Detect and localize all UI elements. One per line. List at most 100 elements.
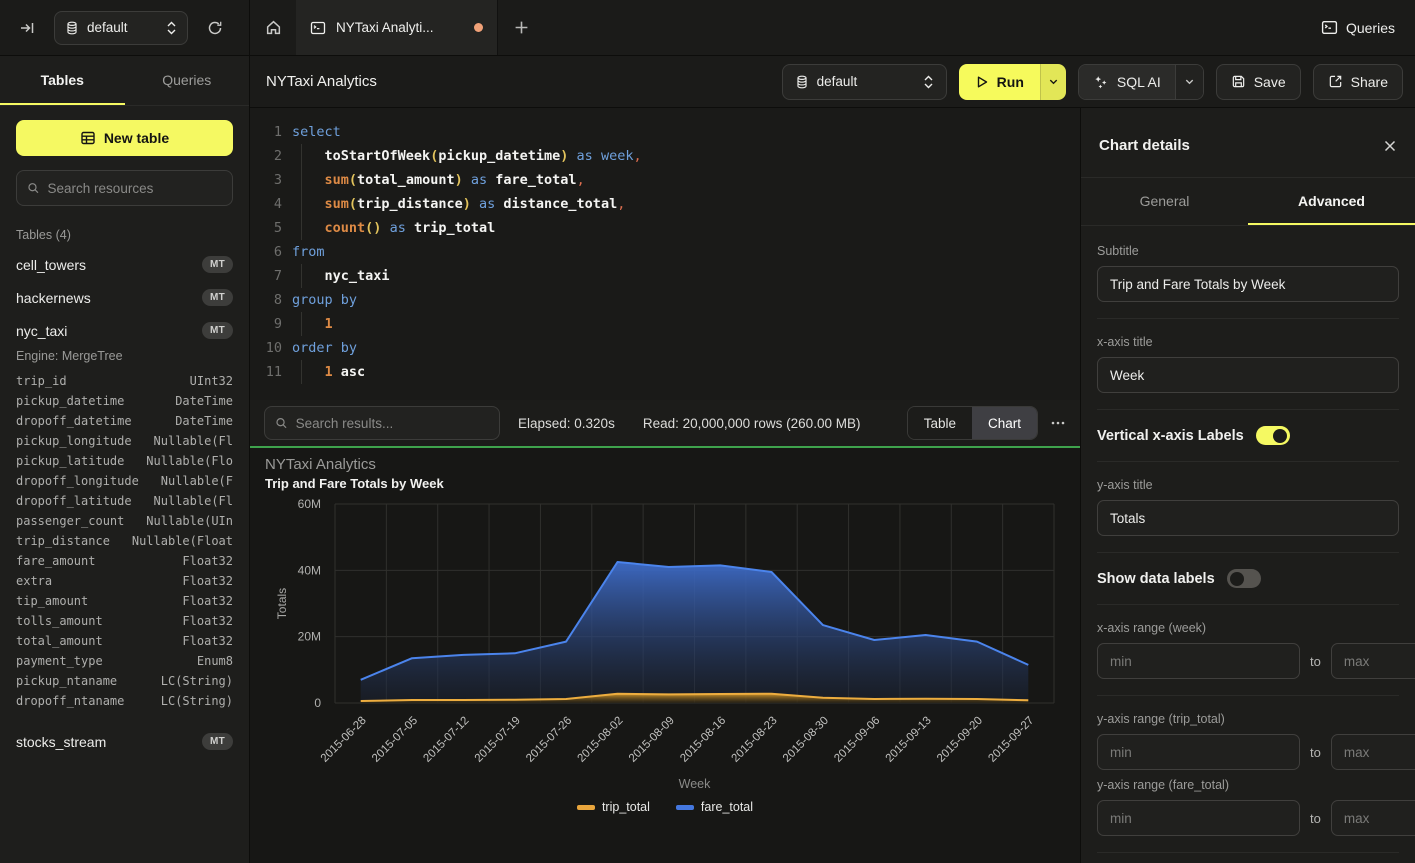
sql-ai-button[interactable]: SQL AI (1079, 65, 1175, 99)
code-line[interactable]: 1select (260, 120, 1080, 144)
collapse-sidebar-button[interactable] (12, 13, 42, 43)
yaxis-range-fare-label: y-axis range (fare_total) (1097, 778, 1399, 792)
new-tab-button[interactable] (498, 0, 544, 55)
database-icon (65, 21, 79, 35)
save-button[interactable]: Save (1216, 64, 1301, 100)
yaxis-range-trip-min-input[interactable] (1097, 734, 1300, 770)
svg-text:2015-07-05: 2015-07-05 (370, 715, 420, 765)
column-row: passenger_countNullable(UIn (0, 511, 249, 531)
database-selector[interactable]: default (54, 11, 188, 45)
sidebar-tab-tables[interactable]: Tables (0, 56, 125, 105)
vertical-xaxis-labels-row: Vertical x-axis Labels (1097, 426, 1399, 445)
results-search-input[interactable] (296, 416, 489, 431)
chevron-down-icon (1048, 76, 1059, 87)
new-table-button[interactable]: New table (16, 120, 233, 156)
code-line[interactable]: 10order by (260, 336, 1080, 360)
table-item-nyc_taxi[interactable]: nyc_taxiMT (0, 314, 249, 347)
table-item-cell_towers[interactable]: cell_towersMT (0, 248, 249, 281)
toolbar-database-selector[interactable]: default (782, 64, 947, 100)
xaxis-range-row: to (1097, 643, 1399, 679)
home-button[interactable] (250, 0, 296, 55)
show-data-labels-toggle[interactable] (1227, 569, 1261, 588)
yaxis-title-input[interactable] (1097, 500, 1399, 536)
code-line[interactable]: 9 1 (260, 312, 1080, 336)
code-line[interactable]: 3 sum(total_amount) as fare_total, (260, 168, 1080, 192)
toolbar: default Run SQL AI (782, 64, 1403, 100)
column-name: pickup_datetime (16, 394, 124, 408)
tab-bar: NYTaxi Analyti... Queries (250, 0, 1415, 55)
code-line[interactable]: 5 count() as trip_total (260, 216, 1080, 240)
view-toggle-chart[interactable]: Chart (972, 407, 1037, 439)
table-icon (80, 130, 96, 146)
view-toggle: Table Chart (907, 406, 1038, 440)
table-item-stocks_stream[interactable]: stocks_streamMT (0, 725, 249, 758)
panel-body: Subtitle x-axis title Vertical x-axis La… (1081, 226, 1415, 863)
top-bar: default NYTaxi Analyti... Queries (0, 0, 1415, 56)
sidebar-tab-queries[interactable]: Queries (125, 56, 250, 105)
share-label: Share (1351, 74, 1388, 90)
sql-ai-options-button[interactable] (1175, 65, 1203, 99)
chart-legend: trip_total fare_total (250, 800, 1080, 814)
close-icon (1383, 139, 1397, 153)
panel-tab-advanced[interactable]: Advanced (1248, 178, 1415, 225)
line-number: 10 (260, 336, 282, 360)
sql-editor[interactable]: 1select2 toStartOfWeek(pickup_datetime) … (250, 108, 1080, 400)
code-text: select (292, 120, 341, 144)
chevron-updown-icon (923, 75, 934, 89)
code-line[interactable]: 6from (260, 240, 1080, 264)
resource-search-input[interactable] (48, 181, 222, 196)
column-row: dropoff_ntanameLC(String) (0, 691, 249, 711)
column-type: Float32 (182, 594, 233, 608)
legend-item-trip_total[interactable]: trip_total (577, 800, 650, 814)
read-stat: Read: 20,000,000 rows (260.00 MB) (643, 416, 861, 431)
subtitle-input[interactable] (1097, 266, 1399, 302)
code-line[interactable]: 11 1 asc (260, 360, 1080, 384)
svg-text:2015-08-23: 2015-08-23 (730, 715, 780, 765)
svg-text:20M: 20M (298, 630, 321, 644)
column-name: dropoff_longitude (16, 474, 139, 488)
line-number: 11 (260, 360, 282, 384)
range-to-label: to (1310, 745, 1321, 760)
panel-tab-general[interactable]: General (1081, 178, 1248, 225)
resource-search (16, 170, 233, 206)
vertical-xaxis-labels-toggle[interactable] (1256, 426, 1290, 445)
xaxis-title-input[interactable] (1097, 357, 1399, 393)
code-line[interactable]: 2 toStartOfWeek(pickup_datetime) as week… (260, 144, 1080, 168)
svg-text:0: 0 (314, 696, 321, 710)
tab-nytaxi-analytics[interactable]: NYTaxi Analyti... (296, 0, 498, 55)
divider (1097, 695, 1399, 696)
refresh-button[interactable] (200, 13, 230, 43)
range-to-label: to (1310, 811, 1321, 826)
chart-details-panel: Chart details General Advanced Subtitle … (1080, 108, 1415, 863)
query-header: NYTaxi Analytics default Run (250, 56, 1415, 108)
refresh-icon (207, 20, 223, 36)
xaxis-range-max-input[interactable] (1331, 643, 1415, 679)
yaxis-range-fare-min-input[interactable] (1097, 800, 1300, 836)
view-toggle-table[interactable]: Table (908, 407, 972, 439)
legend-item-fare_total[interactable]: fare_total (676, 800, 753, 814)
queries-button[interactable]: Queries (1321, 19, 1395, 36)
run-options-button[interactable] (1040, 64, 1066, 100)
line-number: 3 (260, 168, 282, 192)
xaxis-range-min-input[interactable] (1097, 643, 1300, 679)
close-panel-button[interactable] (1383, 139, 1397, 153)
table-item-hackernews[interactable]: hackernewsMT (0, 281, 249, 314)
play-icon (975, 75, 989, 89)
run-button[interactable]: Run (959, 64, 1040, 100)
code-line[interactable]: 8group by (260, 288, 1080, 312)
engine-badge: MT (202, 733, 233, 750)
results-more-button[interactable] (1050, 415, 1066, 431)
column-row: pickup_latitudeNullable(Flo (0, 451, 249, 471)
line-number: 4 (260, 192, 282, 216)
sparkles-icon (1093, 74, 1109, 90)
column-name: dropoff_latitude (16, 494, 132, 508)
share-button[interactable]: Share (1313, 64, 1403, 100)
code-line[interactable]: 7 nyc_taxi (260, 264, 1080, 288)
code-line[interactable]: 4 sum(trip_distance) as distance_total, (260, 192, 1080, 216)
yaxis-range-trip-max-input[interactable] (1331, 734, 1415, 770)
column-row: pickup_datetimeDateTime (0, 391, 249, 411)
yaxis-range-fare-max-input[interactable] (1331, 800, 1415, 836)
code-text: 1 asc (292, 360, 365, 384)
divider (1097, 461, 1399, 462)
subtitle-field-label: Subtitle (1097, 244, 1399, 258)
